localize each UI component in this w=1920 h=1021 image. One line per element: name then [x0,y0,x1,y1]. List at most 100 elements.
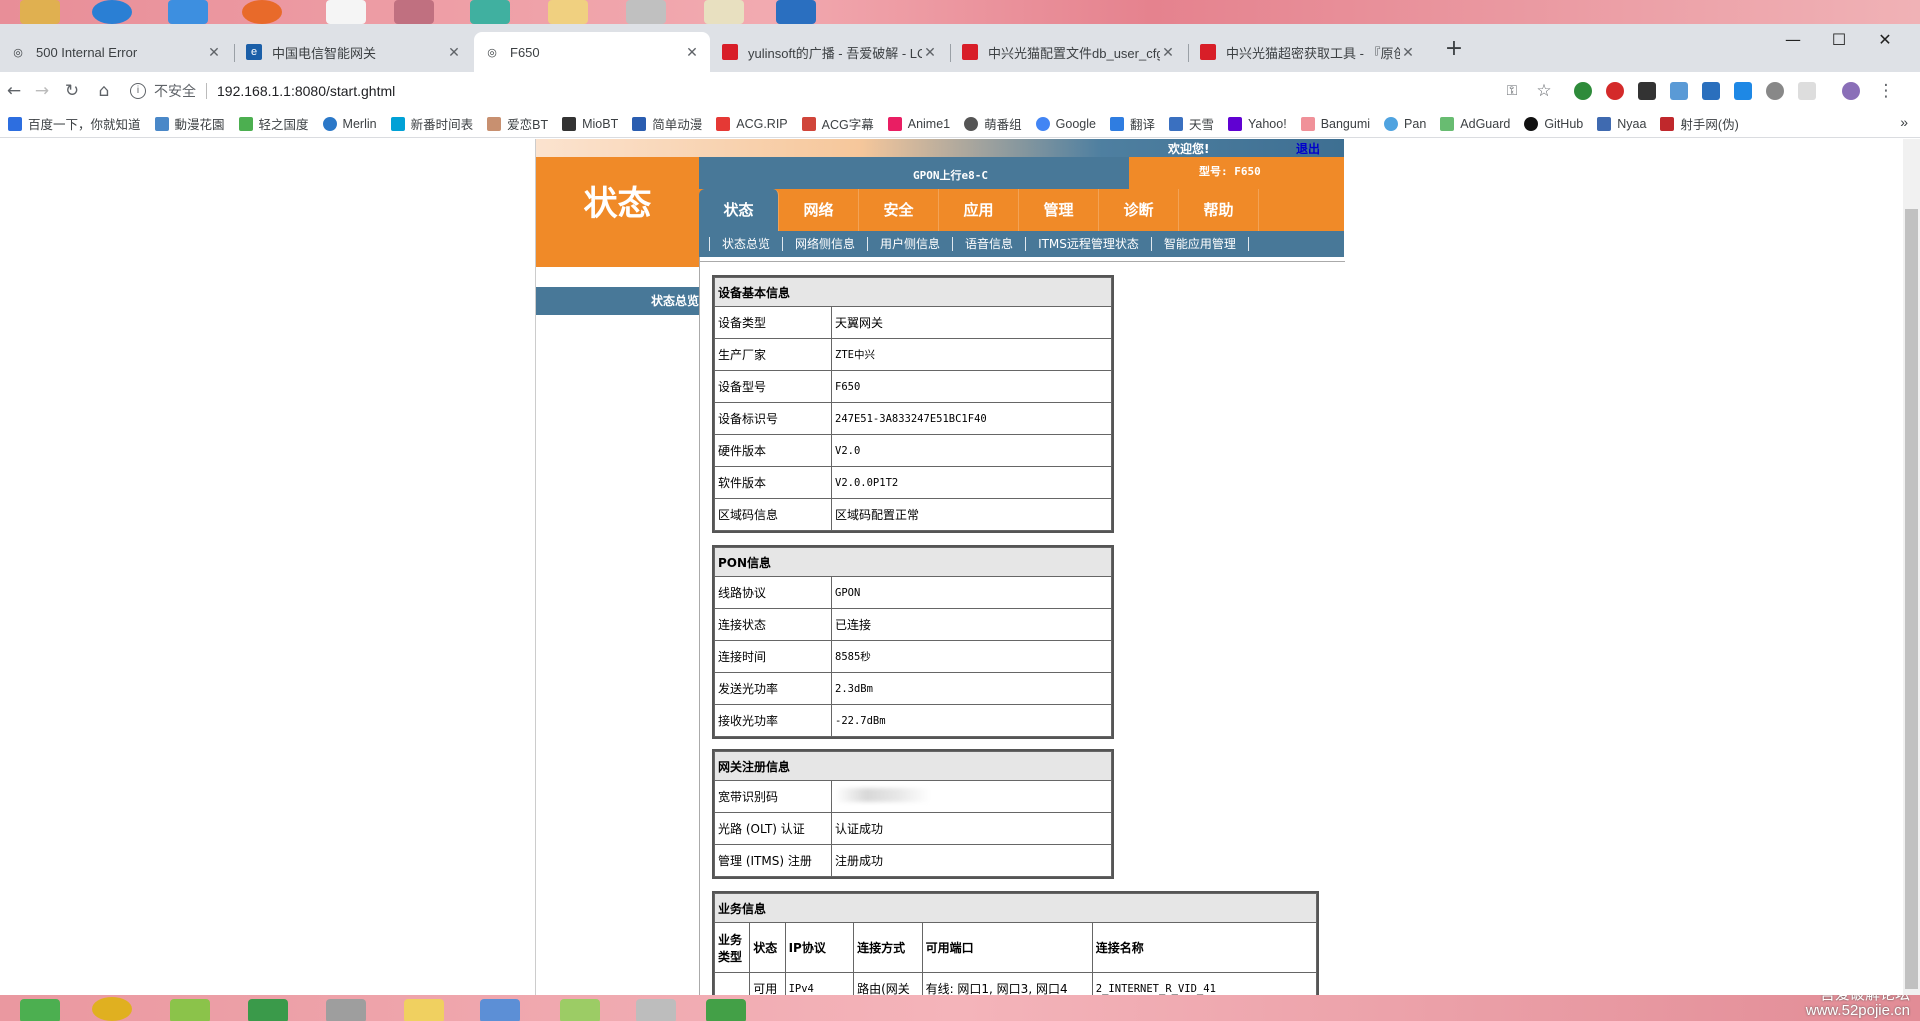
bookmark-item[interactable]: Anime1 [887,116,950,131]
address-bar[interactable]: i 不安全 192.168.1.1:8080/start.ghtml [130,76,1530,106]
info-icon[interactable]: i [130,83,146,99]
subnav-user-side[interactable]: 用户侧信息 [867,237,952,251]
bookmark-item[interactable]: 简单动漫 [632,114,702,133]
bookmark-item[interactable]: 翻译 [1109,114,1155,133]
logout-link[interactable]: 退出 [1296,140,1320,157]
desktop-icon[interactable] [168,0,208,24]
desktop-icon[interactable] [636,999,676,1021]
bookmark-item[interactable]: GitHub [1524,116,1583,131]
star-icon[interactable]: ☆ [1530,77,1558,105]
desktop-icon[interactable] [92,997,132,1021]
close-icon[interactable]: ✕ [206,44,222,61]
close-icon[interactable]: ✕ [922,44,938,61]
desktop-icon[interactable] [776,0,816,24]
vertical-scrollbar[interactable] [1903,139,1920,995]
desktop-icon[interactable] [170,999,210,1021]
telecom-icon: e [246,44,262,60]
bookmark-item[interactable]: Google [1035,116,1096,131]
desktop-icon[interactable] [626,0,666,24]
bookmark-item[interactable]: AdGuard [1440,116,1510,131]
extension-icon[interactable] [1798,82,1816,100]
tab-status[interactable]: 状态 [699,189,779,231]
bookmark-item[interactable]: 天雪 [1168,114,1214,133]
close-icon[interactable]: ✕ [1400,44,1416,61]
forward-button[interactable]: → [28,77,56,105]
tab-security[interactable]: 安全 [859,189,939,231]
bookmark-item[interactable]: ACG.RIP [716,116,788,131]
bookmark-item[interactable]: 百度一下，你就知道 [8,114,141,133]
chevron-right-icon[interactable]: » [1900,114,1908,130]
subnav-status-overview[interactable]: 状态总览 [709,237,782,251]
translate-icon[interactable] [1734,82,1752,100]
desktop-icon[interactable] [560,999,600,1021]
extension-icon[interactable] [1702,82,1720,100]
scrollbar-thumb[interactable] [1905,209,1918,989]
key-icon[interactable]: ⚿ [1498,77,1526,105]
extension-icon[interactable] [1574,82,1592,100]
bookmark-item[interactable]: 動漫花園 [154,114,225,133]
bookmark-item[interactable]: Pan [1384,116,1426,131]
reload-button[interactable]: ↻ [58,77,86,105]
desktop-icon[interactable] [394,0,434,24]
desktop-icon[interactable] [480,999,520,1021]
tab-diagnose[interactable]: 诊断 [1099,189,1179,231]
close-window-button[interactable]: ✕ [1862,24,1908,56]
bookmark-label: 射手网(伪) [1680,118,1739,132]
desktop-icon[interactable] [20,0,60,24]
extension-icon[interactable] [1638,82,1656,100]
tab-f650[interactable]: ◎ F650 ✕ [474,32,710,72]
tab-500-error[interactable]: ◎ 500 Internal Error ✕ [0,32,232,72]
bookmark-item[interactable]: 轻之国度 [238,114,309,133]
close-icon[interactable]: ✕ [446,44,462,61]
tab-52pojie-broadcast[interactable]: yulinsoft的广播 - 吾爱破解 - LCG ✕ [712,32,948,72]
desktop-icon[interactable] [326,999,366,1021]
bookmark-item[interactable]: Bangumi [1300,116,1370,131]
home-button[interactable]: ⌂ [90,77,118,105]
desktop-icon[interactable] [92,0,132,24]
bookmark-item[interactable]: MioBT [562,116,618,131]
bookmark-item[interactable]: 射手网(伪) [1660,114,1739,133]
desktop-icon[interactable] [242,0,282,24]
sidebar-item-status-overview[interactable]: 状态总览 [536,287,699,315]
insecure-label[interactable]: 不安全 [154,81,196,101]
adblock-icon[interactable] [1606,82,1624,100]
subnav-network-side[interactable]: 网络侧信息 [782,237,867,251]
desktop-icon[interactable] [326,0,366,24]
subnav-smart-apps[interactable]: 智能应用管理 [1150,237,1249,251]
tab-zte-config[interactable]: 中兴光猫配置文件db_user_cfg.xml ✕ [952,32,1186,72]
back-button[interactable]: ← [0,77,28,105]
52pojie-icon [962,44,978,60]
extension-icon[interactable] [1670,82,1688,100]
bookmark-item[interactable]: 新番时间表 [390,114,473,133]
desktop-icon[interactable] [706,999,746,1021]
desktop-icon[interactable] [548,0,588,24]
tab-network[interactable]: 网络 [779,189,859,231]
close-icon[interactable]: ✕ [684,44,700,61]
bookmark-item[interactable]: Merlin [322,116,377,131]
url-text[interactable]: 192.168.1.1:8080/start.ghtml [217,83,395,99]
subnav-itms[interactable]: ITMS远程管理状态 [1025,237,1151,251]
new-tab-button[interactable]: + [1440,36,1468,64]
tab-application[interactable]: 应用 [939,189,1019,231]
avatar[interactable] [1842,82,1860,100]
bookmark-item[interactable]: 爱恋BT [487,114,548,133]
extension-icon[interactable] [1766,82,1784,100]
close-icon[interactable]: ✕ [1160,44,1176,61]
desktop-icon[interactable] [704,0,744,24]
tab-help[interactable]: 帮助 [1179,189,1259,231]
menu-icon[interactable]: ⋮ [1872,77,1900,105]
desktop-icon[interactable] [404,999,444,1021]
bookmark-item[interactable]: 萌番组 [964,114,1022,133]
bookmark-item[interactable]: Nyaa [1597,116,1646,131]
desktop-icon[interactable] [248,999,288,1021]
tab-management[interactable]: 管理 [1019,189,1099,231]
bookmark-item[interactable]: ACG字幕 [801,114,874,133]
tab-telecom-gateway[interactable]: e 中国电信智能网关 ✕ [236,32,472,72]
bookmark-item[interactable]: Yahoo! [1227,116,1287,131]
subnav-voice[interactable]: 语音信息 [952,237,1025,251]
tab-zte-password-tool[interactable]: 中兴光猫超密获取工具 - 『原创', ✕ [1190,32,1426,72]
minimize-button[interactable]: — [1770,24,1816,56]
desktop-icon[interactable] [20,999,60,1021]
desktop-icon[interactable] [470,0,510,24]
maximize-button[interactable]: ☐ [1816,24,1862,56]
